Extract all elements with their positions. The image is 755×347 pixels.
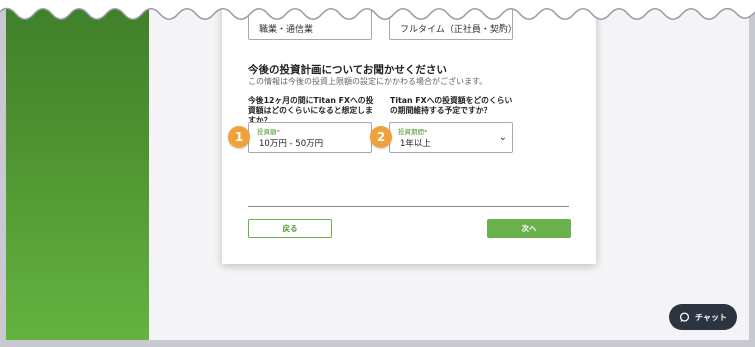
step-badge-2: 2 [370,126,392,148]
next-button[interactable]: 次へ [487,219,571,238]
back-button[interactable]: 戻る [248,219,332,238]
investment-period-select[interactable]: 投資期間* 1年以上 ⌄ [389,122,513,153]
chat-button[interactable]: チャット [669,304,737,330]
section-subtitle: この情報は今後の投資上限額の設定にかかわる場合がございます。 [248,77,488,86]
step-badge-1: 1 [228,126,250,148]
chevron-down-icon: ⌄ [498,132,507,143]
investment-amount-value: 10万円 - 50万円 [259,139,324,149]
divider [248,206,569,207]
torn-edge [0,0,755,20]
investment-period-label: 投資期間* [398,128,428,136]
green-side-panel [6,0,149,340]
registration-form-card: 職業・通信業 フルタイム（正社員・契約） ⌄ 今後の投資計画についてお聞かせくだ… [222,0,596,264]
app-screen: 職業・通信業 フルタイム（正社員・契約） ⌄ 今後の投資計画についてお聞かせくだ… [6,0,749,340]
section-title: 今後の投資計画についてお聞かせください [248,64,447,76]
chat-bubble-icon [679,311,690,322]
investment-amount-label: 投資額* [257,128,280,136]
bottom-frame [0,340,755,347]
investment-period-value: 1年以上 [400,139,431,149]
chat-button-label: チャット [695,312,727,322]
investment-amount-select[interactable]: 投資額* 10万円 - 50万円 [248,122,372,153]
question-investment-period: Titan FXへの投資額をどのくらいの期間維持する予定ですか？ [390,96,513,115]
